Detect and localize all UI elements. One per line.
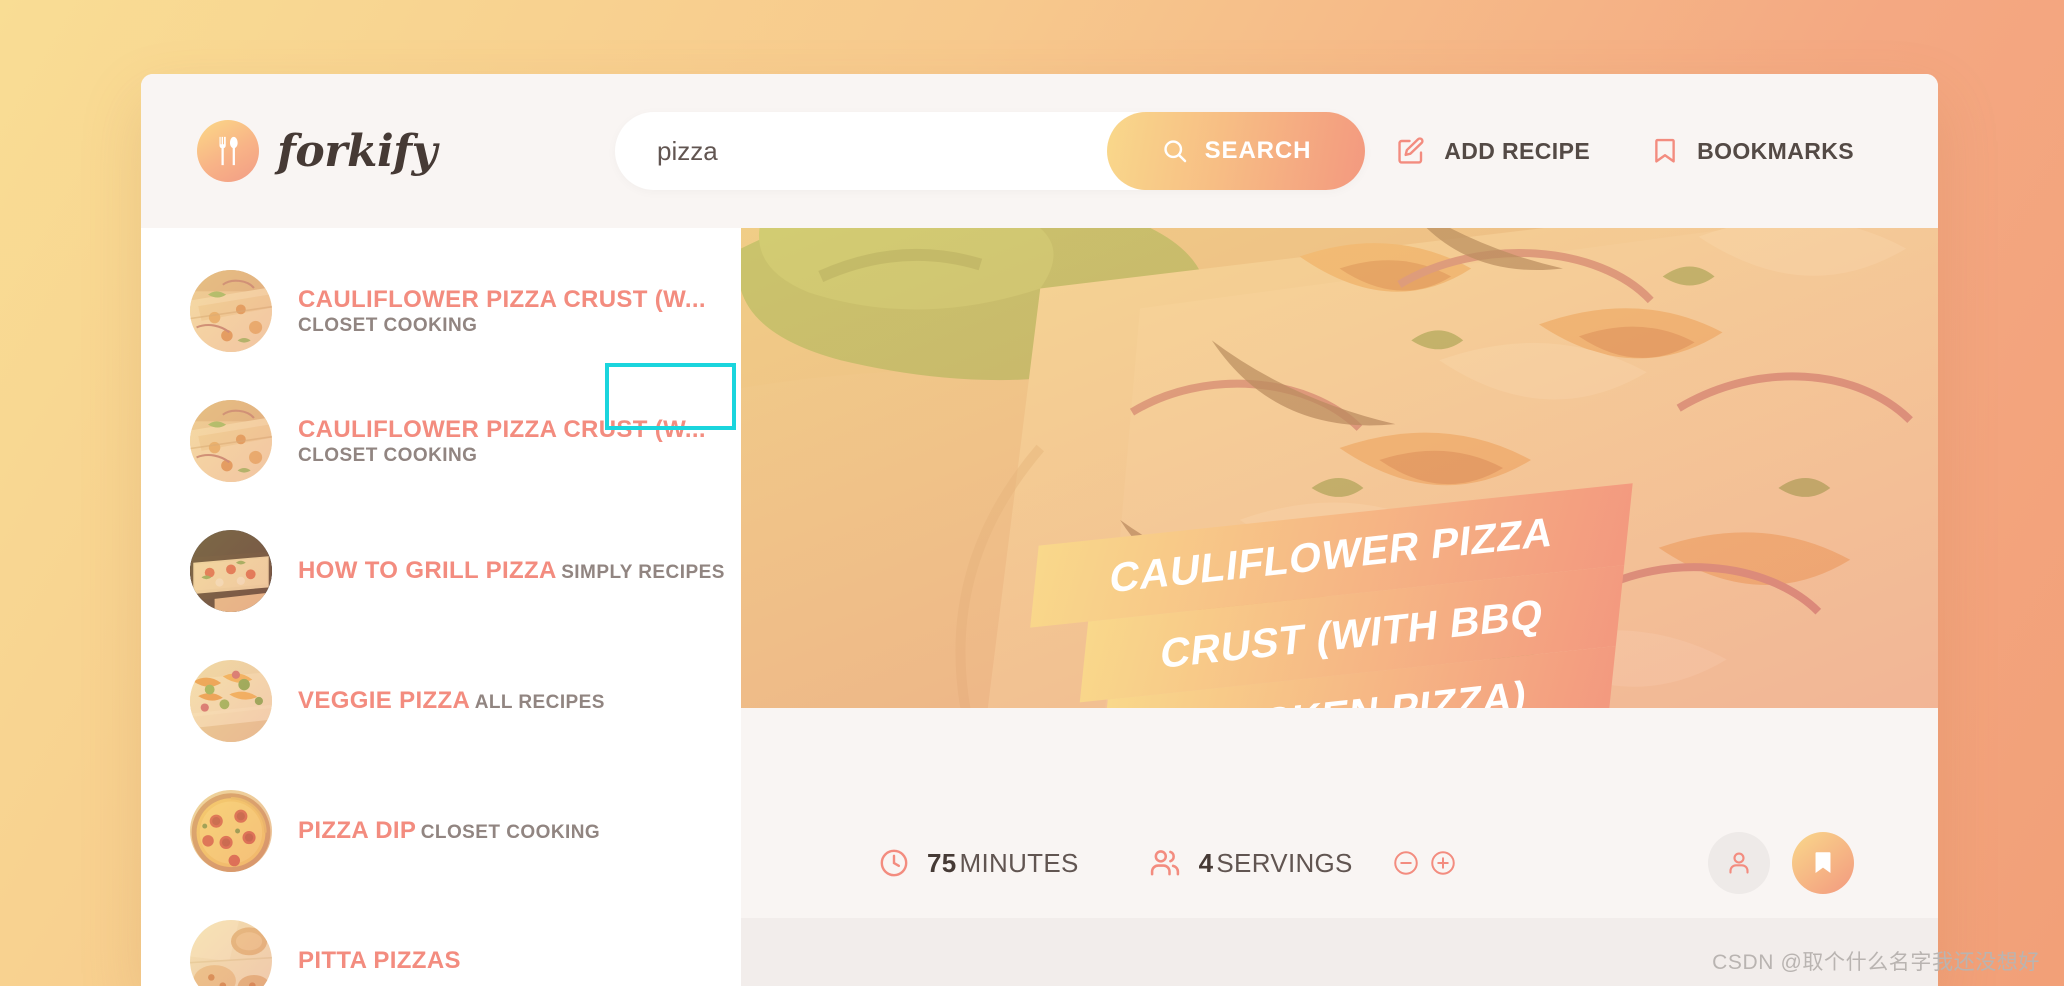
recipe-action-buttons [1708, 832, 1854, 894]
body-split: CAULIFLOWER PIZZA CRUST (W... CLOSET COO… [141, 228, 1938, 986]
increase-servings-button[interactable] [1428, 848, 1458, 878]
time-unit: MINUTES [959, 847, 1079, 878]
recipe-thumbnail [190, 530, 272, 612]
search-form[interactable]: SEARCH [615, 112, 1365, 190]
result-title: HOW TO GRILL PIZZA [298, 557, 557, 585]
result-publisher: CLOSET COOKING [420, 822, 601, 844]
result-title: CAULIFLOWER PIZZA CRUST (W... [298, 286, 706, 314]
result-title: CAULIFLOWER PIZZA CRUST (W... [298, 416, 706, 444]
add-recipe-button[interactable]: ADD RECIPE [1373, 117, 1612, 185]
result-item[interactable]: VEGGIE PIZZA ALL RECIPES [141, 636, 741, 766]
search-button-label: SEARCH [1204, 137, 1312, 164]
recipe-thumbnail [190, 400, 272, 482]
result-item[interactable]: CAULIFLOWER PIZZA CRUST (W... CLOSET COO… [141, 376, 741, 506]
recipe-thumbnail [190, 920, 272, 986]
app-header: forkify SEARCH ADD RECIPE [141, 74, 1938, 228]
plus-circle-icon [1430, 851, 1455, 875]
app-window: forkify SEARCH ADD RECIPE [141, 74, 1938, 986]
recipe-title: CAULIFLOWER PIZZA CRUST (WITH BBQ CHICKE… [1029, 483, 1633, 708]
cooking-time: 75 MINUTES [877, 846, 1079, 880]
bookmarks-button[interactable]: BOOKMARKS [1628, 118, 1876, 184]
servings-unit: SERVINGS [1216, 847, 1353, 878]
search-icon [1163, 140, 1186, 163]
decrease-servings-button[interactable] [1391, 848, 1421, 878]
result-item[interactable]: CAULIFLOWER PIZZA CRUST (W... CLOSET COO… [141, 246, 741, 376]
result-publisher: CLOSET COOKING [298, 314, 478, 336]
result-item[interactable]: HOW TO GRILL PIZZA SIMPLY RECIPES [141, 506, 741, 636]
fork-spoon-icon [197, 120, 259, 182]
result-publisher: ALL RECIPES [474, 692, 605, 714]
users-icon [1150, 850, 1179, 876]
search-input[interactable] [657, 112, 1107, 190]
recipe-thumbnail [190, 660, 272, 742]
recipe-details: 75 MINUTES 4 SERVINGS [741, 708, 1938, 918]
bookmark-icon [1655, 138, 1675, 163]
result-item[interactable]: PITTA PIZZAS [141, 896, 741, 986]
bookmark-filled-icon [1815, 852, 1831, 874]
bookmark-recipe-button[interactable] [1792, 832, 1854, 894]
servings: 4 SERVINGS [1147, 845, 1458, 881]
logo[interactable]: forkify [197, 120, 515, 182]
logo-text: forkify [277, 125, 437, 177]
user-generated-button[interactable] [1708, 832, 1770, 894]
bookmarks-label: BOOKMARKS [1697, 137, 1854, 164]
recipe-image: CAULIFLOWER PIZZA CRUST (WITH BBQ CHICKE… [741, 228, 1938, 708]
recipe-thumbnail [190, 790, 272, 872]
result-publisher: CLOSET COOKING [298, 444, 478, 466]
clock-icon [880, 849, 908, 877]
result-item[interactable]: PIZZA DIP CLOSET COOKING [141, 766, 741, 896]
search-results-sidebar: CAULIFLOWER PIZZA CRUST (W... CLOSET COO… [141, 228, 741, 986]
result-publisher: SIMPLY RECIPES [561, 562, 725, 584]
servings-value: 4 [1198, 847, 1214, 878]
edit-square-icon [1398, 137, 1424, 164]
watermark: CSDN @取个什么名字我还没想好 [1712, 951, 2040, 974]
result-title: PIZZA DIP [298, 817, 417, 845]
add-recipe-label: ADD RECIPE [1444, 137, 1591, 164]
header-nav: ADD RECIPE BOOKMARKS [1373, 117, 1876, 185]
minus-circle-icon [1393, 851, 1418, 875]
result-title: VEGGIE PIZZA [298, 687, 471, 715]
recipe-thumbnail [190, 270, 272, 352]
search-button[interactable]: SEARCH [1107, 112, 1365, 190]
time-value: 75 [927, 847, 957, 878]
recipe-panel: CAULIFLOWER PIZZA CRUST (WITH BBQ CHICKE… [741, 228, 1938, 986]
user-icon [1729, 852, 1749, 874]
result-title: PITTA PIZZAS [298, 947, 461, 975]
